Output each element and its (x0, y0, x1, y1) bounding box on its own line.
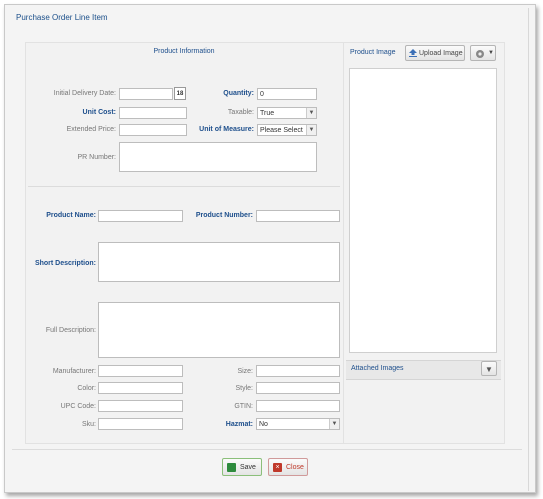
taxable-select[interactable]: True ▼ (257, 107, 317, 119)
unit-of-measure-value: Please Select (260, 127, 303, 134)
product-info-header: Product Information (153, 48, 215, 55)
footer-divider (12, 449, 522, 450)
gtin-label: GTIN: (234, 403, 253, 410)
style-input[interactable] (256, 382, 340, 394)
pr-number-textarea[interactable] (119, 142, 317, 172)
image-preview-area (349, 68, 497, 353)
hazmat-select[interactable]: No ▼ (256, 418, 340, 430)
extended-price-input[interactable] (119, 124, 187, 136)
short-description-textarea[interactable] (98, 242, 340, 282)
chevron-down-icon: ▼ (329, 419, 339, 429)
right-edge-line (528, 8, 529, 491)
unit-cost-label: Unit Cost: (82, 109, 116, 116)
close-button-label: Close (286, 464, 304, 471)
taxable-value: True (260, 110, 275, 117)
full-description-textarea[interactable] (98, 302, 340, 358)
window-title: Purchase Order Line Item (16, 13, 108, 22)
product-name-label: Product Name: (46, 212, 96, 219)
quantity-input[interactable]: 0 (257, 88, 317, 100)
upload-image-label: Upload Image (419, 50, 463, 57)
style-label: Style: (235, 385, 253, 392)
color-input[interactable] (98, 382, 183, 394)
save-button-label: Save (240, 464, 256, 471)
gear-icon (475, 49, 485, 61)
settings-menu-button[interactable]: ▼ (470, 45, 496, 61)
chevron-down-icon: ▼ (306, 108, 316, 118)
chevron-down-icon: ▼ (485, 365, 493, 374)
save-icon (227, 463, 236, 472)
size-input[interactable] (256, 365, 340, 377)
sku-label: Sku: (81, 421, 96, 428)
manufacturer-input[interactable] (98, 365, 183, 377)
size-label: Size: (237, 368, 253, 375)
save-button[interactable]: Save (222, 458, 262, 476)
extended-price-label: Extended Price: (66, 126, 116, 133)
initial-delivery-date-input[interactable] (119, 88, 173, 100)
hazmat-value: No (259, 421, 268, 428)
short-description-label: Short Description: (34, 260, 96, 267)
manufacturer-label: Manufacturer: (52, 368, 96, 375)
unit-of-measure-label: Unit of Measure: (199, 126, 254, 133)
calendar-icon[interactable]: 18 (174, 87, 186, 100)
close-button[interactable]: × Close (268, 458, 308, 476)
taxable-label: Taxable: (227, 109, 254, 116)
pr-number-label: PR Number: (77, 154, 116, 161)
hazmat-label: Hazmat: (225, 421, 253, 428)
sku-input[interactable] (98, 418, 183, 430)
upc-code-label: UPC Code: (60, 403, 96, 410)
chevron-down-icon: ▼ (306, 125, 316, 135)
close-icon: × (273, 463, 282, 472)
gtin-input[interactable] (256, 400, 340, 412)
upload-image-button[interactable]: Upload Image (405, 45, 465, 61)
product-name-input[interactable] (98, 210, 183, 222)
initial-delivery-date-label: Initial Delivery Date: (53, 90, 116, 97)
product-number-input[interactable] (256, 210, 340, 222)
upc-code-input[interactable] (98, 400, 183, 412)
color-label: Color: (77, 385, 96, 392)
quantity-label: Quantity: (223, 90, 254, 97)
attached-images-label: Attached Images (351, 365, 404, 372)
unit-cost-input[interactable] (119, 107, 187, 119)
product-number-label: Product Number: (195, 212, 253, 219)
chevron-down-icon: ▼ (488, 50, 494, 56)
product-image-header: Product Image (350, 49, 396, 56)
unit-of-measure-select[interactable]: Please Select ▼ (257, 124, 317, 136)
divider (28, 186, 340, 187)
full-description-label: Full Description: (45, 327, 96, 334)
upload-icon (409, 49, 417, 57)
attached-images-toggle[interactable]: ▼ (481, 361, 497, 376)
